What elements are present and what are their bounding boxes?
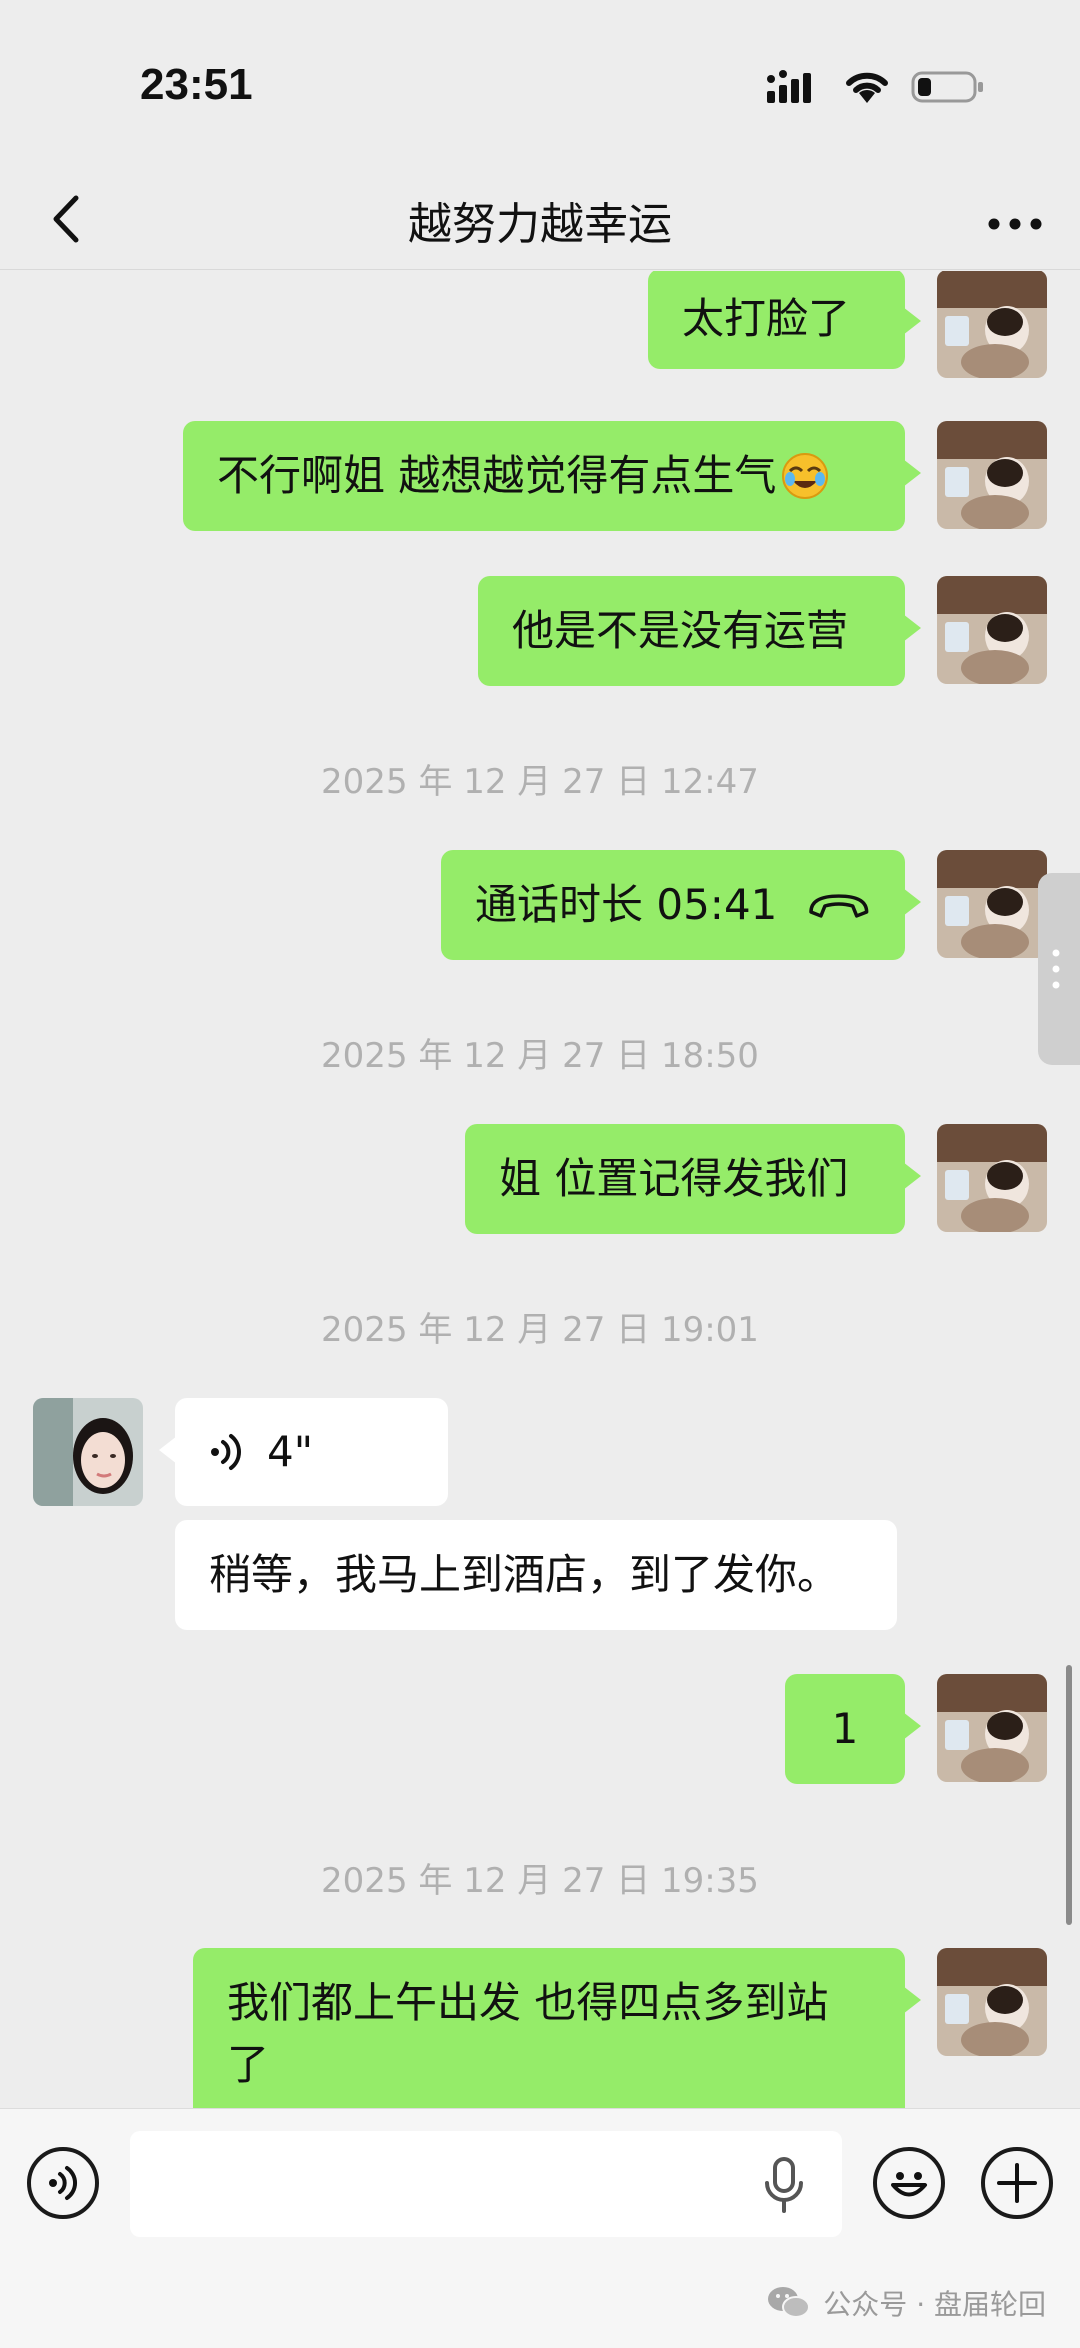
timestamp: 2025 年 12 月 27 日 18:50: [321, 1036, 759, 1076]
my-avatar[interactable]: [937, 421, 1047, 529]
message-text-line: 了: [227, 2040, 270, 2089]
hangup-phone-icon: [809, 894, 869, 918]
my-avatar[interactable]: [937, 1124, 1047, 1232]
voice-wave-icon: [211, 1434, 241, 1470]
voice-input-button[interactable]: [27, 2147, 99, 2219]
timestamp: 2025 年 12 月 27 日 19:35: [321, 1861, 759, 1901]
status-time: 23:51: [140, 60, 253, 109]
plus-button[interactable]: [981, 2147, 1053, 2219]
timestamp: 2025 年 12 月 27 日 12:47: [321, 762, 759, 802]
side-drawer-handle[interactable]: [1038, 873, 1080, 1065]
message-text: 不行啊姐 越想越觉得有点生气: [217, 451, 777, 500]
my-avatar[interactable]: [937, 576, 1047, 684]
call-record-bubble[interactable]: 通话时长 05:41: [441, 850, 921, 960]
timestamp: 2025 年 12 月 27 日 19:01: [321, 1310, 759, 1350]
message-bubble-sent[interactable]: 不行啊姐 越想越觉得有点生气: [183, 421, 921, 531]
vertical-dots-icon: [1052, 949, 1060, 989]
crying-laughing-emoji-icon: [782, 453, 829, 499]
message-text: 姐 位置记得发我们: [499, 1154, 849, 1203]
microphone-icon[interactable]: [762, 2157, 806, 2213]
message-input[interactable]: [130, 2131, 842, 2237]
emoji-button[interactable]: [873, 2147, 945, 2219]
my-avatar[interactable]: [937, 1948, 1047, 2056]
my-avatar[interactable]: [937, 1674, 1047, 1782]
call-duration-text: 通话时长 05:41: [475, 880, 778, 929]
wechat-logo-icon: [768, 2287, 811, 2318]
message-bubble-sent[interactable]: 太打脸了: [648, 271, 921, 369]
status-bar: 23:51: [0, 0, 1080, 170]
my-avatar[interactable]: [937, 271, 1047, 378]
message-bubble-received[interactable]: 稍等，我马上到酒店，到了发你。: [175, 1520, 897, 1630]
message-bubble-sent[interactable]: 姐 位置记得发我们: [465, 1124, 921, 1234]
message-text: 稍等，我马上到酒店，到了发你。: [209, 1550, 840, 1599]
message-text: 他是不是没有运营: [512, 606, 849, 655]
message-bubble-sent[interactable]: 他是不是没有运营: [478, 576, 921, 686]
voice-input-icon: [49, 2166, 77, 2200]
status-icons: [767, 62, 985, 112]
wifi-icon: [846, 72, 888, 103]
voice-message-bubble[interactable]: 4": [159, 1398, 448, 1506]
watermark-text: 公众号 · 盘届轮回: [823, 2288, 1046, 2321]
message-bubble-sent[interactable]: 1: [785, 1674, 921, 1784]
message-bubble-sent[interactable]: 我们都上午出发 也得四点多到站 了: [193, 1948, 921, 2109]
message-text: 太打脸了: [682, 294, 851, 343]
chat-area: 太打脸了 不行啊姐 越想越觉得有点生气 他是不是没有运营 2025 年 12 月…: [0, 271, 1080, 2109]
chat-title: 越努力越幸运: [408, 199, 672, 250]
watermark: 公众号 · 盘届轮回: [767, 2283, 1046, 2323]
voice-duration: 4": [267, 1427, 314, 1476]
contact-avatar[interactable]: [33, 1398, 143, 1506]
scrollbar[interactable]: [1066, 1665, 1072, 1925]
more-dots-icon[interactable]: [980, 184, 1050, 254]
emoji-icon: [891, 2172, 927, 2197]
battery-icon: [911, 71, 983, 103]
my-avatar[interactable]: [937, 850, 1047, 958]
plus-icon: [997, 2163, 1037, 2203]
signal-icon: [767, 70, 811, 103]
message-text-line: 我们都上午出发 也得四点多到站: [227, 1978, 829, 2027]
message-text: 1: [831, 1704, 859, 1753]
nav-bar: 越努力越幸运: [0, 170, 1080, 270]
